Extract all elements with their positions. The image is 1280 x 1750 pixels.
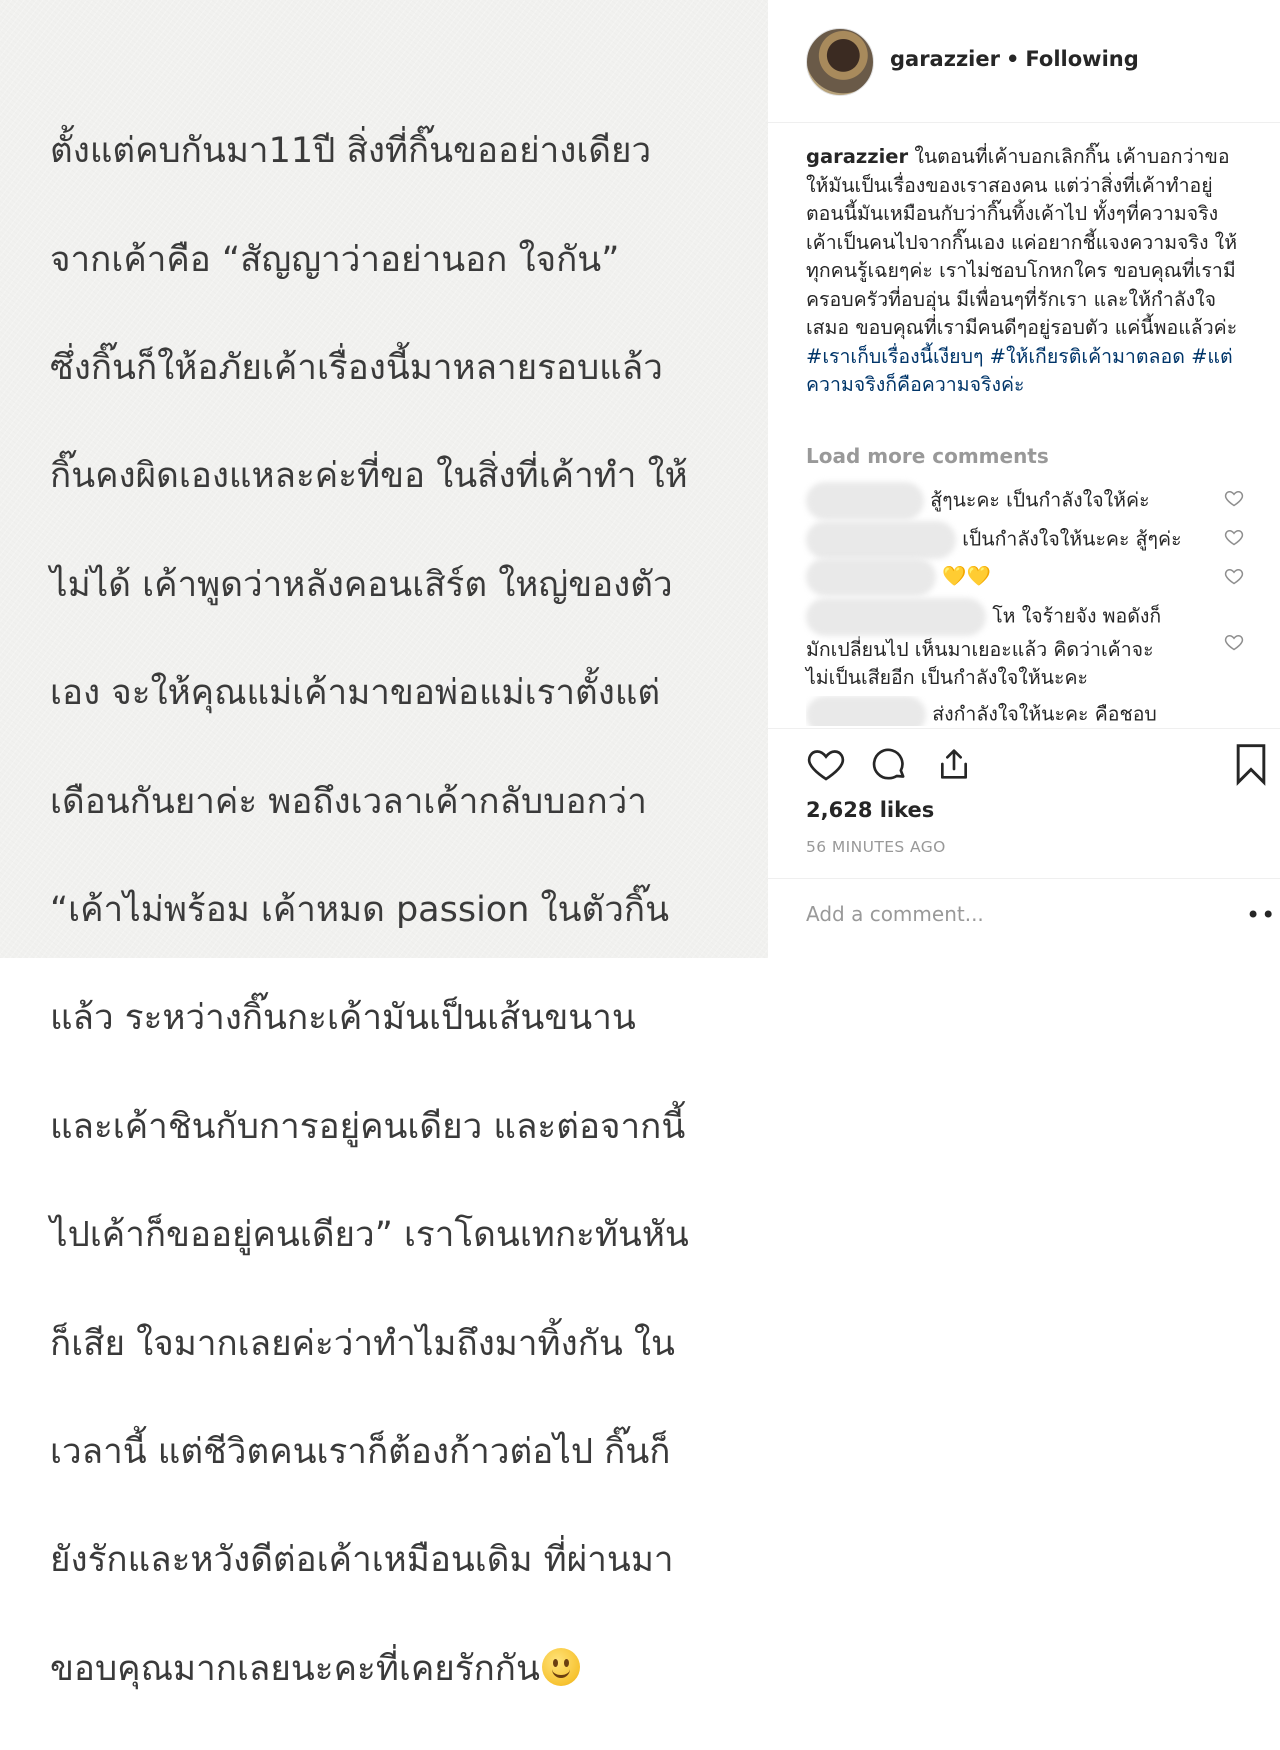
post-header: garazzier • Following: [768, 0, 1280, 123]
add-comment-input[interactable]: Add a comment...: [806, 902, 984, 926]
divider: [768, 878, 1280, 879]
image-text-line: เวลานี้ แต่ชีวิตคนเราก็ต้องก้าวต่อไป กิ๊…: [50, 1432, 671, 1473]
like-comment-heart-icon[interactable]: [1224, 527, 1244, 547]
comment-item: สู้ๆนะคะ เป็นกำลังใจให้ค่ะ: [806, 482, 1226, 520]
image-text-line: ตั้งแต่คบกันมา11ปี สิ่งที่กิ๊นขออย่างเดี…: [50, 131, 652, 172]
caption-text: ในตอนที่เค้าบอกเลิกกิ๊น เค้าบอกว่าขอให้ม…: [806, 145, 1238, 339]
smiley-emoji-icon: [541, 1647, 580, 1686]
blurred-username: [806, 696, 926, 726]
header-user-row: garazzier • Following: [890, 47, 1139, 71]
image-text-line: และเค้าชินกับการอยู่คนเดียว และต่อจากนี้: [50, 1106, 686, 1147]
hashtag-link[interactable]: #เราเก็บเรื่องนี้เงียบๆ: [806, 345, 983, 368]
blurred-username: [806, 521, 956, 559]
header-username-link[interactable]: garazzier: [890, 47, 1000, 71]
comment-item: เป็นกำลังใจให้นะคะ สู้ๆค่ะ: [806, 521, 1226, 559]
comment-text: 💛💛: [942, 564, 991, 588]
blurred-username: [806, 482, 924, 520]
image-text-line: กิ๊นคงผิดเองแหละค่ะที่ขอ ในสิ่งที่เค้าทำ…: [50, 456, 688, 497]
image-text-line: เอง จะให้คุณแม่เค้ามาขอพ่อแม่เราตั้งแต่: [50, 673, 661, 714]
post-image-text: ตั้งแต่คบกันมา11ปี สิ่งที่กิ๊นขออย่างเดี…: [50, 70, 750, 1750]
comment-text-line: มักเปลี่ยนไป เห็นมาเยอะแล้ว คิดว่าเค้าจะ: [806, 638, 1154, 661]
avatar[interactable]: [806, 28, 874, 96]
like-comment-heart-icon[interactable]: [1224, 488, 1244, 508]
comment-item: โห ใจร้ายจัง พอดังก็ มักเปลี่ยนไป เห็นมา…: [806, 598, 1226, 692]
image-text-line: จากเค้าคือ “สัญญาว่าอย่านอก ใจกัน”: [50, 239, 620, 280]
image-text-line: “เค้าไม่พร้อม เค้าหมด passion ในตัวกิ๊น: [50, 890, 670, 931]
image-text-line: ซึ่งกิ๊นก็ให้อภัยเค้าเรื่องนี้มาหลายรอบแ…: [50, 348, 663, 389]
bookmark-icon[interactable]: [1232, 742, 1270, 786]
comment-item: ส่งกำลังใจให้นะคะ คือชอบ: [806, 696, 1226, 726]
hashtag-link[interactable]: #ให้เกียรติเค้ามาตลอด: [990, 345, 1185, 368]
comment-item: 💛💛: [806, 558, 1226, 596]
image-text-line: แล้ว ระหว่างกิ๊นกะเค้ามันเป็นเส้นขนาน: [50, 998, 636, 1039]
more-icon[interactable]: •••: [1246, 903, 1280, 927]
image-text-line: ยังรักและหวังดีต่อเค้าเหมือนเดิม ที่ผ่าน…: [50, 1540, 674, 1581]
image-text-line: เดือนกันยาค่ะ พอถึงเวลาเค้ากลับบอกว่า: [50, 781, 647, 822]
header-separator: •: [1005, 47, 1020, 71]
image-text-line: ไม่ได้ เค้าพูดว่าหลังคอนเสิร์ต ใหญ่ของตั…: [50, 564, 673, 605]
like-comment-heart-icon[interactable]: [1224, 632, 1244, 652]
post-image[interactable]: ตั้งแต่คบกันมา11ปี สิ่งที่กิ๊นขออย่างเดี…: [0, 0, 768, 1689]
comment-text: ส่งกำลังใจให้นะคะ คือชอบ: [932, 702, 1157, 726]
comment-text: สู้ๆนะคะ เป็นกำลังใจให้ค่ะ: [930, 488, 1150, 512]
likes-count[interactable]: 2,628 likes: [806, 798, 934, 822]
like-comment-heart-icon[interactable]: [1224, 566, 1244, 586]
blurred-username: [806, 598, 986, 636]
share-icon[interactable]: [934, 744, 974, 784]
heart-icon[interactable]: [806, 744, 846, 784]
post-caption: garazzier ในตอนที่เค้าบอกเลิกกิ๊น เค้าบอ…: [806, 143, 1246, 400]
image-text-line: ไปเค้าก็ขออยู่คนเดียว” เราโดนเทกะทันหัน: [50, 1215, 689, 1256]
image-text-line: ขอบคุณมากเลยนะคะที่เคยรักกัน: [50, 1642, 750, 1696]
comment-text: เป็นกำลังใจให้นะคะ สู้ๆค่ะ: [962, 527, 1182, 551]
comment-text: โห ใจร้ายจัง พอดังก็: [992, 604, 1162, 628]
post-timestamp[interactable]: 56 MINUTES AGO: [806, 838, 946, 856]
following-button[interactable]: Following: [1025, 47, 1138, 71]
image-text-last: ขอบคุณมากเลยนะคะที่เคยรักกัน: [50, 1648, 540, 1689]
comment-icon[interactable]: [869, 744, 909, 784]
load-more-comments-button[interactable]: Load more comments: [806, 444, 1049, 468]
blurred-username: [806, 558, 936, 596]
divider: [768, 728, 1280, 729]
post-side-panel: garazzier • Following garazzier ในตอนที่เค…: [768, 0, 1280, 958]
caption-username-link[interactable]: garazzier: [806, 145, 908, 168]
comment-text-line: ไม่เป็นเสียอีก เป็นกำลังใจให้นะคะ: [806, 666, 1088, 689]
image-text-line: ก็เสีย ใจมากเลยค่ะว่าทำไมถึงมาทิ้งกัน ใน: [50, 1323, 675, 1364]
